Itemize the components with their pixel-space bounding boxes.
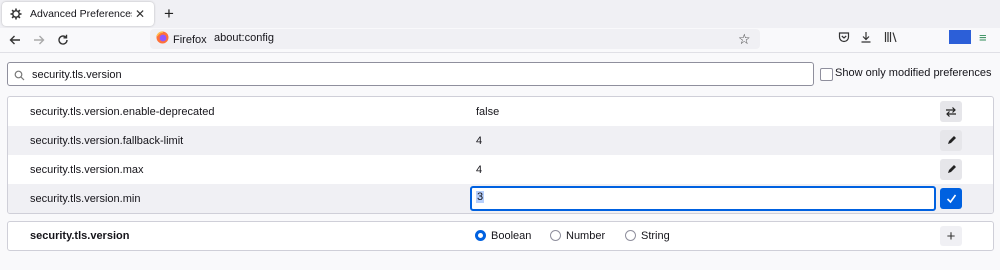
pocket-icon[interactable] <box>838 31 850 46</box>
forward-arrow-icon[interactable] <box>30 31 48 49</box>
reload-icon[interactable] <box>54 31 72 49</box>
pref-name: security.tls.version.fallback-limit <box>30 135 184 147</box>
pref-value-selected-text: 3 <box>476 191 485 203</box>
tab-strip: Advanced Preferences ✕ + <box>0 0 1000 28</box>
plus-icon: + <box>946 227 956 245</box>
boolean-label: Boolean <box>491 230 532 242</box>
navigation-bar <box>0 28 1000 53</box>
pref-name: security.tls.version.enable-deprecated <box>30 106 215 118</box>
string-label: String <box>641 230 670 242</box>
search-input[interactable] <box>30 66 804 84</box>
checkmark-icon <box>946 194 956 204</box>
edit-button[interactable] <box>940 159 962 180</box>
toggle-button[interactable] <box>940 101 962 122</box>
number-label: Number <box>566 230 606 242</box>
identity-box[interactable]: Firefox <box>156 31 207 49</box>
extension-icon[interactable] <box>949 30 971 44</box>
table-row: security.tls.version.fallback-limit 4 <box>8 126 993 155</box>
search-icon <box>14 68 25 86</box>
show-modified-checkbox[interactable] <box>820 68 833 81</box>
identity-label: Firefox <box>173 34 207 46</box>
back-arrow-icon[interactable] <box>6 31 24 49</box>
table-row: security.tls.version.enable-deprecated f… <box>8 97 993 126</box>
string-radio[interactable] <box>625 230 636 241</box>
pref-value-input[interactable]: 3 <box>470 186 936 211</box>
add-preference-row: security.tls.version Boolean Number Stri… <box>7 221 994 251</box>
downloads-icon[interactable] <box>860 31 872 46</box>
url-text[interactable]: about:config <box>214 32 274 44</box>
new-pref-name: security.tls.version <box>30 230 130 242</box>
close-tab-icon[interactable]: ✕ <box>132 7 148 21</box>
gear-icon <box>8 6 24 22</box>
tab-advanced-preferences[interactable]: Advanced Preferences ✕ <box>2 2 154 26</box>
pref-value[interactable]: false <box>476 106 499 118</box>
pref-value[interactable]: 4 <box>476 135 482 147</box>
table-row: security.tls.version.min 3 <box>8 184 993 213</box>
pencil-icon <box>947 165 956 173</box>
show-modified-label: Show only modified preferences <box>835 67 992 79</box>
library-icon[interactable] <box>884 31 898 46</box>
tab-title: Advanced Preferences <box>30 8 132 20</box>
add-button[interactable]: + <box>940 226 962 246</box>
new-tab-button[interactable]: + <box>160 5 178 23</box>
search-box[interactable] <box>7 62 814 86</box>
firefox-logo-icon <box>156 31 169 49</box>
pref-value[interactable]: 4 <box>476 164 482 176</box>
toggle-icon <box>946 106 956 117</box>
pref-name: security.tls.version.min <box>30 193 141 205</box>
table-row: security.tls.version.max 4 <box>8 155 993 184</box>
save-button[interactable] <box>940 188 962 209</box>
pref-name: security.tls.version.max <box>30 164 144 176</box>
menu-icon[interactable]: ≡ <box>979 30 987 45</box>
pencil-icon <box>947 136 956 144</box>
number-radio[interactable] <box>550 230 561 241</box>
bookmark-star-icon[interactable]: ☆ <box>738 31 751 48</box>
preferences-table: security.tls.version.enable-deprecated f… <box>7 96 994 214</box>
boolean-radio[interactable] <box>475 230 486 241</box>
edit-button[interactable] <box>940 130 962 151</box>
